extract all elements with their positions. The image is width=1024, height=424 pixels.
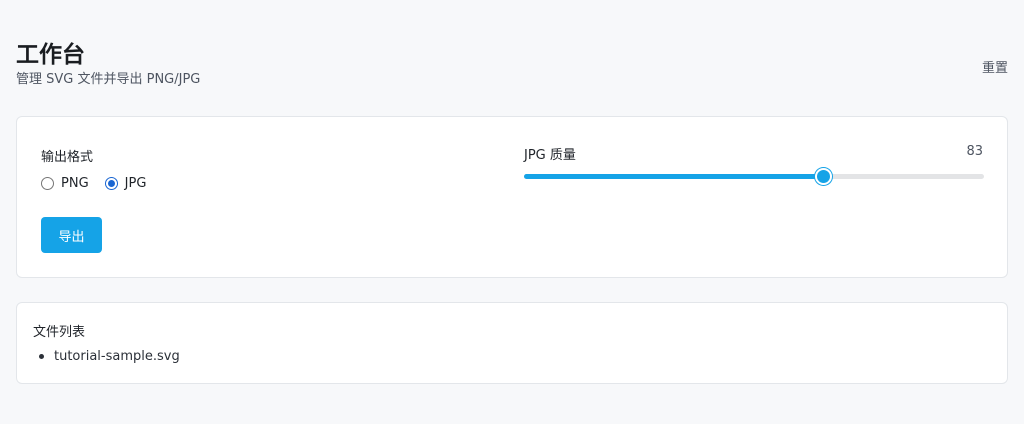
page-header: 工作台 管理 SVG 文件并导出 PNG/JPG 重置 bbox=[16, 40, 1008, 92]
slider-fill bbox=[524, 174, 823, 179]
quality-value: 83 bbox=[966, 144, 983, 159]
quality-slider[interactable] bbox=[524, 167, 984, 187]
file-list-title: 文件列表 bbox=[33, 325, 86, 340]
radio-jpg[interactable] bbox=[104, 177, 118, 190]
quality-label: JPG 质量 bbox=[524, 148, 576, 163]
radio-png-label: PNG bbox=[61, 176, 89, 191]
format-radio-group: PNG JPG bbox=[41, 176, 162, 191]
list-item: tutorial-sample.svg bbox=[39, 349, 180, 364]
export-settings-card: 输出格式 PNG JPG 导出 JPG 质量 83 bbox=[16, 116, 1008, 278]
format-option-png[interactable]: PNG bbox=[41, 176, 89, 191]
file-name: tutorial-sample.svg bbox=[54, 349, 180, 364]
page-subtitle: 管理 SVG 文件并导出 PNG/JPG bbox=[16, 72, 201, 87]
bullet-icon bbox=[39, 354, 44, 359]
radio-jpg-label: JPG bbox=[124, 176, 147, 191]
page-title: 工作台 bbox=[16, 42, 85, 68]
radio-png[interactable] bbox=[41, 177, 54, 190]
reset-button[interactable]: 重置 bbox=[982, 57, 1008, 76]
export-button[interactable]: 导出 bbox=[41, 217, 102, 253]
file-list: tutorial-sample.svg bbox=[39, 349, 180, 364]
file-list-card: 文件列表 tutorial-sample.svg bbox=[16, 302, 1008, 384]
format-option-jpg[interactable]: JPG bbox=[104, 176, 147, 191]
format-label: 输出格式 bbox=[41, 150, 94, 165]
slider-thumb[interactable] bbox=[815, 168, 832, 185]
